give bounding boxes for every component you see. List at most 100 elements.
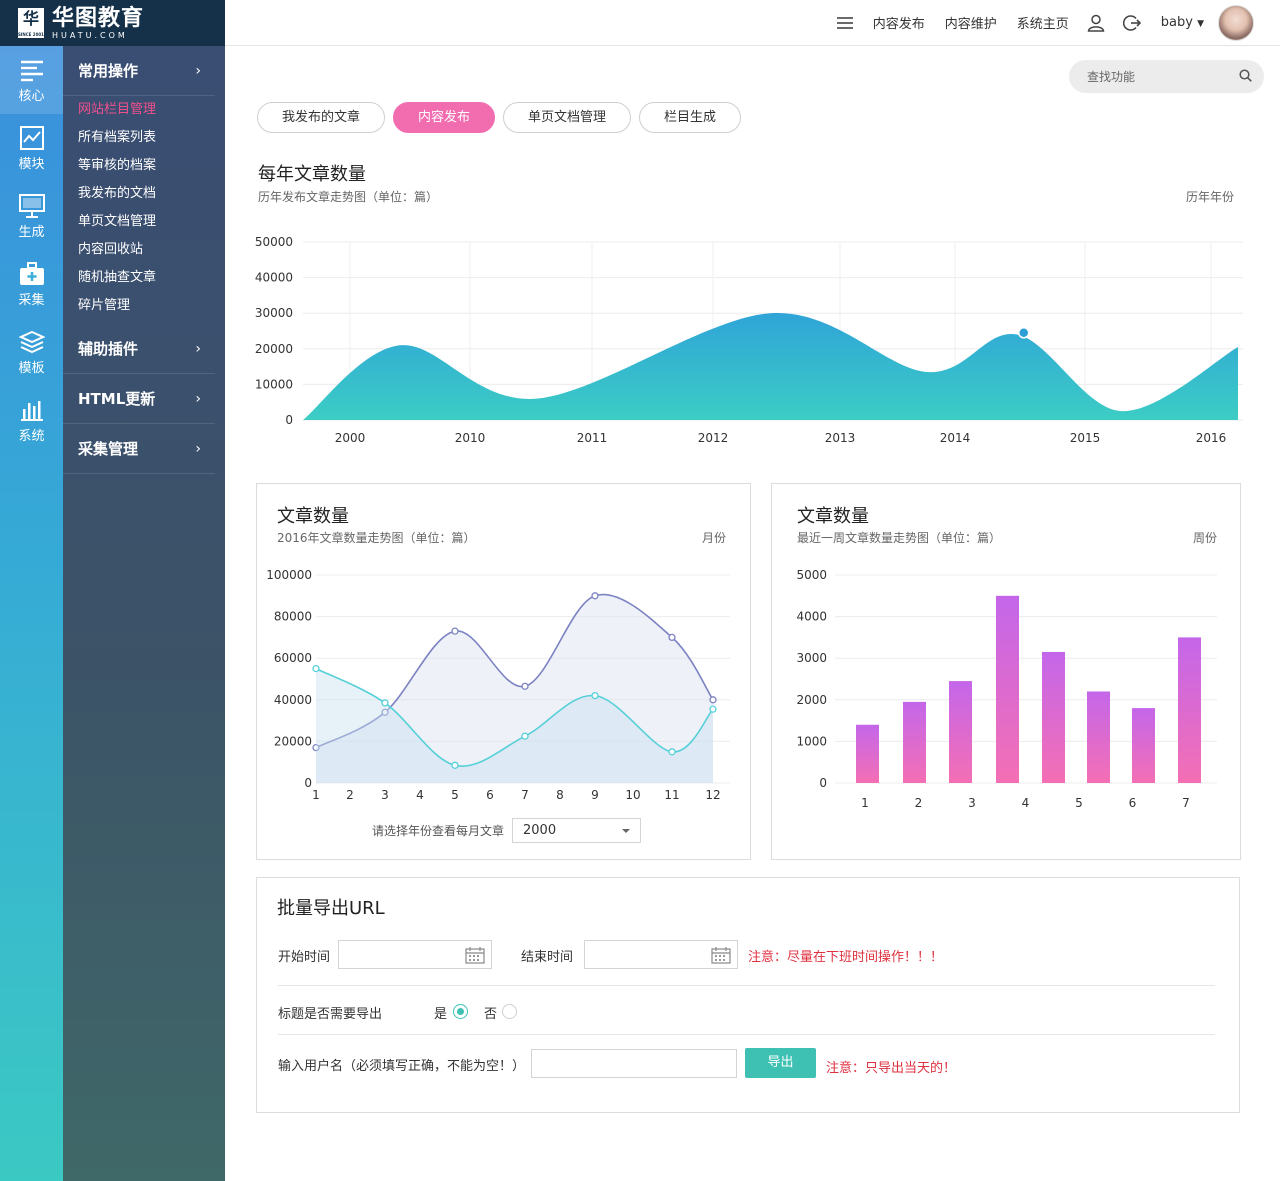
submenu-item[interactable]: 所有档案列表 xyxy=(63,124,225,152)
x-tick-label: 2015 xyxy=(1070,431,1101,445)
tab-my-articles[interactable]: 我发布的文章 xyxy=(257,102,386,133)
end-date-input[interactable] xyxy=(584,940,738,969)
chevron-right-icon: › xyxy=(195,440,201,457)
user-icon[interactable] xyxy=(1087,14,1105,32)
submenu-item[interactable]: 等审核的档案 xyxy=(63,152,225,180)
x-tick-label: 2 xyxy=(915,796,923,810)
y-tick-label: 30000 xyxy=(255,306,293,320)
search-input[interactable]: 查找功能 xyxy=(1087,68,1135,85)
search-box[interactable]: 查找功能 xyxy=(1069,60,1264,93)
rail-label: 采集 xyxy=(18,292,45,308)
tab-publish[interactable]: 内容发布 xyxy=(393,102,496,133)
data-point xyxy=(709,705,717,713)
y-tick-label: 10000 xyxy=(255,377,293,391)
rail-item-collect[interactable]: 采集 xyxy=(0,250,63,318)
rail-item-core[interactable]: 核心 xyxy=(0,46,63,114)
search-icon[interactable] xyxy=(1239,67,1252,86)
radio-no[interactable] xyxy=(502,1004,517,1019)
tab-bar: 我发布的文章 内容发布 单页文档管理 栏目生成 xyxy=(257,102,749,133)
top-bar: 内容发布 内容维护 系统主页 baby ▼ xyxy=(225,0,1280,46)
y-tick-label: 50000 xyxy=(255,235,293,249)
bar xyxy=(1132,708,1155,783)
export-button[interactable]: 导出 xyxy=(745,1048,816,1078)
data-point xyxy=(451,761,459,769)
submenu-group-label: 采集管理 xyxy=(78,440,139,458)
weekly-title: 文章数量 xyxy=(797,506,869,527)
avatar[interactable] xyxy=(1218,4,1254,41)
hamburger-icon[interactable] xyxy=(836,16,853,30)
trend-chart-icon xyxy=(19,125,44,150)
data-point xyxy=(591,592,599,600)
submenu-group-collect[interactable]: 采集管理 › xyxy=(63,424,215,474)
monthly-axis-unit: 月份 xyxy=(702,531,727,545)
end-time-label: 结束时间 xyxy=(521,950,574,965)
submenu-item[interactable]: 碎片管理 xyxy=(63,292,225,320)
bar xyxy=(856,724,879,783)
rail-item-module[interactable]: 模块 xyxy=(0,114,63,182)
calendar-icon[interactable] xyxy=(465,946,485,968)
logo-since: SINCE 2001 xyxy=(18,32,44,37)
today-only-warning: 注意：只导出当天的！ xyxy=(826,1061,957,1076)
x-tick-label: 12 xyxy=(705,788,720,802)
monitor-icon xyxy=(18,193,45,218)
x-tick-label: 7 xyxy=(1182,796,1190,810)
data-point xyxy=(312,664,320,673)
submenu-group-label: 常用操作 xyxy=(78,62,139,80)
x-tick-label: 2 xyxy=(346,788,354,802)
area-series xyxy=(303,312,1238,420)
submenu-item[interactable]: 随机抽查文章 xyxy=(63,264,225,292)
logout-icon[interactable] xyxy=(1122,14,1141,32)
off-hours-warning: 注意：尽量在下班时间操作！！！ xyxy=(748,950,944,965)
logo-mark-icon: 华 SINCE 2001 xyxy=(18,8,44,38)
y-tick-label: 80000 xyxy=(274,610,312,624)
tab-column-generate[interactable]: 栏目生成 xyxy=(639,102,742,133)
start-time-label: 开始时间 xyxy=(278,950,331,965)
rail-item-template[interactable]: 模板 xyxy=(0,318,63,386)
x-tick-label: 2011 xyxy=(577,431,608,445)
top-link-home[interactable]: 系统主页 xyxy=(1017,13,1069,32)
y-tick-label: 3000 xyxy=(796,651,827,665)
rail-item-generate[interactable]: 生成 xyxy=(0,182,63,250)
x-tick-label: 11 xyxy=(664,788,679,802)
year-select[interactable]: 2000 xyxy=(512,818,642,843)
rail-item-system[interactable]: 系统 xyxy=(0,386,63,454)
title-export-question: 标题是否需要导出 xyxy=(278,1007,383,1022)
submenu-item[interactable]: 网站栏目管理 xyxy=(63,96,225,124)
radio-yes[interactable] xyxy=(453,1004,468,1019)
user-name-dropdown[interactable]: baby ▼ xyxy=(1161,15,1204,30)
chevron-right-icon: › xyxy=(195,62,201,79)
submenu-group-plugins[interactable]: 辅助插件 › xyxy=(63,324,215,374)
chevron-right-icon: › xyxy=(195,390,201,407)
monthly-title: 文章数量 xyxy=(277,506,349,527)
start-date-input[interactable] xyxy=(338,940,492,969)
submenu-item[interactable]: 我发布的文档 xyxy=(63,180,225,208)
monthly-subtitle: 2016年文章数量走势图（单位：篇） xyxy=(277,531,476,545)
x-tick-label: 4 xyxy=(1022,796,1030,810)
x-tick-label: 3 xyxy=(381,788,389,802)
submenu-item[interactable]: 内容回收站 xyxy=(63,236,225,264)
submenu-item[interactable]: 单页文档管理 xyxy=(63,208,225,236)
weekly-subtitle: 最近一周文章数量走势图（单位：篇） xyxy=(797,531,1002,545)
medkit-icon xyxy=(19,261,44,285)
chevron-right-icon: › xyxy=(195,340,201,357)
highlight-point xyxy=(1017,327,1030,339)
monthly-line-chart: 0200004000060000800001000001 2 3 4 5 6 7 8 9 10 11… xyxy=(266,568,730,802)
x-tick-label: 9 xyxy=(591,788,599,802)
x-tick-label: 10 xyxy=(625,788,640,802)
brand-logo[interactable]: 华 SINCE 2001 华图教育 HUATU.COM xyxy=(0,0,225,46)
top-link-maintain[interactable]: 内容维护 xyxy=(945,13,997,32)
tab-single-page[interactable]: 单页文档管理 xyxy=(503,102,632,133)
top-link-publish[interactable]: 内容发布 xyxy=(873,13,925,32)
y-tick-label: 40000 xyxy=(274,693,312,707)
data-point xyxy=(709,696,717,704)
calendar-icon[interactable] xyxy=(711,946,731,968)
x-tick-label: 5 xyxy=(1075,796,1083,810)
submenu-group-common[interactable]: 常用操作 › xyxy=(63,46,215,96)
bar xyxy=(996,595,1019,783)
caret-down-icon xyxy=(622,828,631,833)
icon-rail: 核心 模块 生成 采集 模板 系统 xyxy=(0,46,63,1181)
yearly-subtitle: 历年发布文章走势图（单位：篇） xyxy=(258,190,439,204)
submenu-group-html[interactable]: HTML更新 › xyxy=(63,374,215,424)
username-input[interactable] xyxy=(531,1049,737,1078)
x-tick-label: 2000 xyxy=(335,431,366,445)
